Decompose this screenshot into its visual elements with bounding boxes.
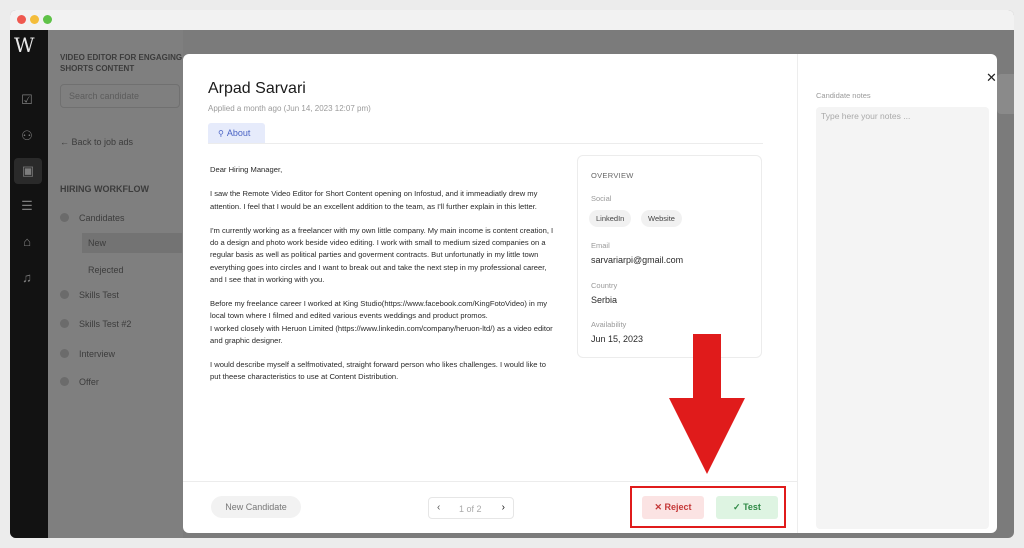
- workflow-step[interactable]: Offer: [60, 377, 99, 387]
- step-bullet-icon: [60, 319, 69, 328]
- bell-icon[interactable]: ♫: [19, 270, 35, 286]
- close-icon: ✕: [654, 502, 665, 512]
- chevron-left-icon[interactable]: ‹: [437, 502, 440, 513]
- workflow-substep[interactable]: New: [82, 233, 182, 253]
- notes-divider: [797, 54, 798, 533]
- candidate-notes-input[interactable]: [816, 107, 989, 529]
- candidate-pager: ‹ 1 of 2 ›: [428, 497, 514, 519]
- checklist-icon[interactable]: ☑: [19, 92, 35, 108]
- user-icon: ⚲: [218, 129, 224, 138]
- list-icon[interactable]: ☰: [19, 198, 35, 214]
- website-link[interactable]: Website: [641, 210, 682, 227]
- country-value: Serbia: [591, 295, 618, 305]
- cover-letter: Dear Hiring Manager, I saw the Remote Vi…: [210, 164, 555, 396]
- window-titlebar: [10, 10, 1014, 30]
- step-bullet-icon: [60, 213, 69, 222]
- pager-text: 1 of 2: [459, 504, 482, 514]
- letter-paragraph: I saw the Remote Video Editor for Short …: [210, 189, 538, 211]
- reject-button[interactable]: ✕ Reject: [642, 496, 704, 519]
- home-icon[interactable]: ⌂: [19, 234, 35, 250]
- job-title: VIDEO EDITOR FOR ENGAGING SHORTS CONTENT: [60, 53, 183, 73]
- letter-paragraph: I would describe myself a selfmotivated,…: [210, 360, 546, 382]
- workflow-step[interactable]: Candidates: [60, 213, 125, 223]
- tab-about[interactable]: ⚲ About: [208, 123, 265, 143]
- chevron-right-icon[interactable]: ›: [502, 502, 505, 513]
- search-candidate-input[interactable]: Search candidate: [60, 84, 180, 108]
- workflow-step[interactable]: Skills Test: [60, 290, 119, 300]
- users-icon[interactable]: ⚇: [19, 128, 35, 144]
- check-icon: ✓: [733, 502, 744, 512]
- overview-heading: OVERVIEW: [591, 171, 634, 180]
- maximize-window-dot[interactable]: [43, 15, 52, 24]
- social-label: Social: [591, 194, 612, 203]
- candidate-modal: Arpad Sarvari Applied a month ago (Jun 1…: [183, 54, 997, 533]
- applied-date: Applied a month ago (Jun 14, 2023 12:07 …: [208, 104, 371, 113]
- letter-paragraph: Dear Hiring Manager,: [210, 165, 283, 174]
- letter-paragraph: Before my freelance career I worked at K…: [210, 299, 553, 345]
- app-window: W ☑ ⚇ ▣ ☰ ⌂ ♫ VIDEO EDITOR FOR ENGAGING …: [10, 10, 1014, 538]
- step-bullet-icon: [60, 349, 69, 358]
- step-bullet-icon: [60, 377, 69, 386]
- back-to-job-ads-link[interactable]: ← Back to job ads: [60, 137, 133, 147]
- briefcase-icon[interactable]: ▣: [14, 158, 42, 184]
- workflow-step[interactable]: Skills Test #2: [60, 319, 131, 329]
- letter-paragraph: I'm currently working as a freelancer wi…: [210, 225, 554, 284]
- stage-new-candidate-button[interactable]: New Candidate: [211, 496, 301, 518]
- candidate-name: Arpad Sarvari: [208, 80, 306, 97]
- test-button[interactable]: ✓ Test: [716, 496, 778, 519]
- step-bullet-icon: [60, 290, 69, 299]
- candidate-notes-label: Candidate notes: [816, 91, 871, 100]
- availability-value: Jun 15, 2023: [591, 334, 644, 344]
- tab-divider: [208, 143, 763, 144]
- background-panel-edge: [997, 74, 1014, 114]
- app-logo: W: [14, 33, 35, 57]
- email-label: Email: [591, 241, 610, 250]
- linkedin-link[interactable]: LinkedIn: [589, 210, 632, 227]
- workflow-substep[interactable]: Rejected: [88, 265, 124, 275]
- country-label: Country: [591, 281, 618, 290]
- close-icon[interactable]: ✕: [986, 70, 997, 86]
- nav-rail: W ☑ ⚇ ▣ ☰ ⌂ ♫: [10, 30, 48, 538]
- workflow-title: HIRING WORKFLOW: [60, 184, 149, 194]
- workflow-step[interactable]: Interview: [60, 349, 115, 359]
- red-arrow-annotation: [669, 334, 745, 474]
- email-value[interactable]: sarvariarpi@gmail.com: [591, 255, 683, 265]
- minimize-window-dot[interactable]: [30, 15, 39, 24]
- job-sidebar: VIDEO EDITOR FOR ENGAGING SHORTS CONTENT…: [48, 30, 183, 538]
- close-window-dot[interactable]: [17, 15, 26, 24]
- overview-card: OVERVIEW Social LinkedIn Website Email s…: [577, 155, 762, 358]
- availability-label: Availability: [591, 320, 627, 329]
